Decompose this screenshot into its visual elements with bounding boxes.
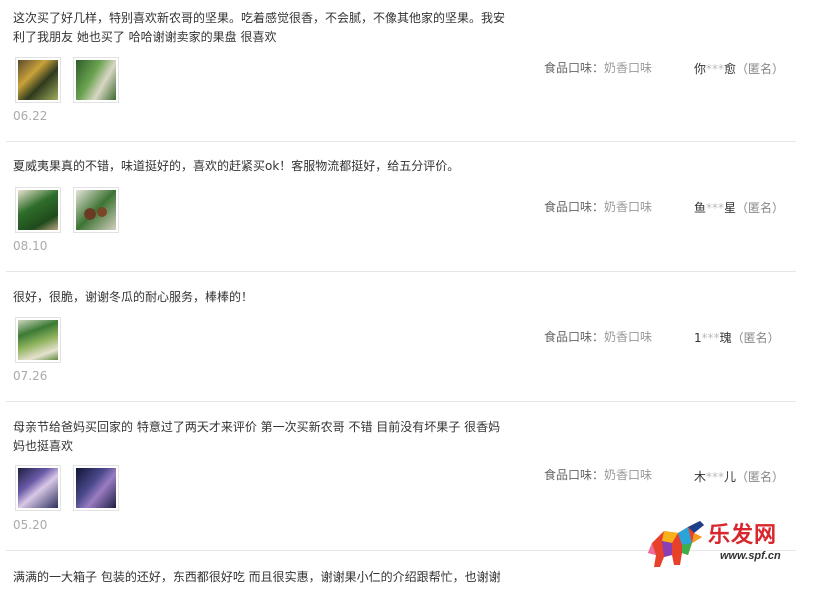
flavor-label: 食品口味： <box>544 468 605 482</box>
review-image[interactable] <box>15 187 61 233</box>
bull-logo-icon <box>648 521 704 567</box>
flavor-attribute: 食品口味：奶香口味 <box>544 198 652 215</box>
flavor-value: 奶香口味 <box>604 330 653 344</box>
reviewer-name: 你***愈（匿名） <box>694 60 784 77</box>
flavor-label: 食品口味： <box>544 200 605 214</box>
reviewer-prefix: 木 <box>694 470 707 484</box>
reviewer-prefix: 1 <box>694 331 702 345</box>
reviewer-prefix: 你 <box>694 62 707 76</box>
anonymous-tag: （匿名） <box>731 331 780 345</box>
review-text: 夏威夷果真的不错，味道挺好的，喜欢的赶紧买ok！客服物流都挺好，给五分评价。 <box>13 159 460 173</box>
reviewer-suffix: 儿 <box>724 470 737 484</box>
reviewer-mask: *** <box>706 201 725 215</box>
review-image[interactable] <box>15 465 61 511</box>
review-date: 05.20 <box>13 518 48 532</box>
review-image[interactable] <box>15 57 61 103</box>
flavor-label: 食品口味： <box>544 330 605 344</box>
review-date: 08.10 <box>13 239 48 253</box>
review-text: 很好，很脆，谢谢冬瓜的耐心服务，棒棒的！ <box>13 290 254 304</box>
review-item: 夏威夷果真的不错，味道挺好的，喜欢的赶紧买ok！客服物流都挺好，给五分评价。 0… <box>6 142 796 272</box>
reviewer-mask: *** <box>701 331 720 345</box>
review-image[interactable] <box>15 317 61 363</box>
reviewer-suffix: 星 <box>724 201 737 215</box>
review-image[interactable] <box>73 187 119 233</box>
review-text: 这次买了好几样，特别喜欢新农哥的坚果。吃着感觉很香，不会腻，不像其他家的坚果。我… <box>13 11 506 44</box>
review-date: 07.26 <box>13 369 48 383</box>
reviewer-mask: *** <box>706 62 725 76</box>
anonymous-tag: （匿名） <box>736 201 785 215</box>
reviewer-suffix: 愈 <box>724 62 737 76</box>
reviewer-name: 1***瑰（匿名） <box>694 329 780 346</box>
review-text: 满满的一大箱子 包装的还好，东西都很好吃 而且很实惠，谢谢果小仁的介绍跟帮忙，也… <box>13 570 501 584</box>
reviewer-suffix: 瑰 <box>719 331 732 345</box>
review-image[interactable] <box>73 57 119 103</box>
anonymous-tag: （匿名） <box>736 62 785 76</box>
flavor-attribute: 食品口味：奶香口味 <box>544 466 652 483</box>
review-item: 很好，很脆，谢谢冬瓜的耐心服务，棒棒的！ 07.26 食品口味：奶香口味 1**… <box>6 272 796 402</box>
review-image[interactable] <box>73 465 119 511</box>
review-item: 这次买了好几样，特别喜欢新农哥的坚果。吃着感觉很香，不会腻，不像其他家的坚果。我… <box>6 9 796 142</box>
review-text: 母亲节给爸妈买回家的 特意过了两天才来评价 第一次买新农哥 不错 目前没有坏果子… <box>13 420 501 453</box>
reviewer-name: 鱼***星（匿名） <box>694 199 784 216</box>
flavor-attribute: 食品口味：奶香口味 <box>544 328 652 345</box>
site-watermark: 乐发网 www.spf.cn <box>642 513 820 573</box>
watermark-brand: 乐发网 <box>708 522 778 548</box>
flavor-value: 奶香口味 <box>604 61 653 75</box>
anonymous-tag: （匿名） <box>736 470 785 484</box>
review-date: 06.22 <box>13 109 48 123</box>
flavor-value: 奶香口味 <box>604 468 653 482</box>
reviewer-name: 木***儿（匿名） <box>694 468 784 485</box>
reviewer-mask: *** <box>706 470 725 484</box>
flavor-attribute: 食品口味：奶香口味 <box>544 59 652 76</box>
watermark-url: www.spf.cn <box>720 550 781 562</box>
flavor-value: 奶香口味 <box>604 200 653 214</box>
reviewer-prefix: 鱼 <box>694 201 707 215</box>
flavor-label: 食品口味： <box>544 61 605 75</box>
